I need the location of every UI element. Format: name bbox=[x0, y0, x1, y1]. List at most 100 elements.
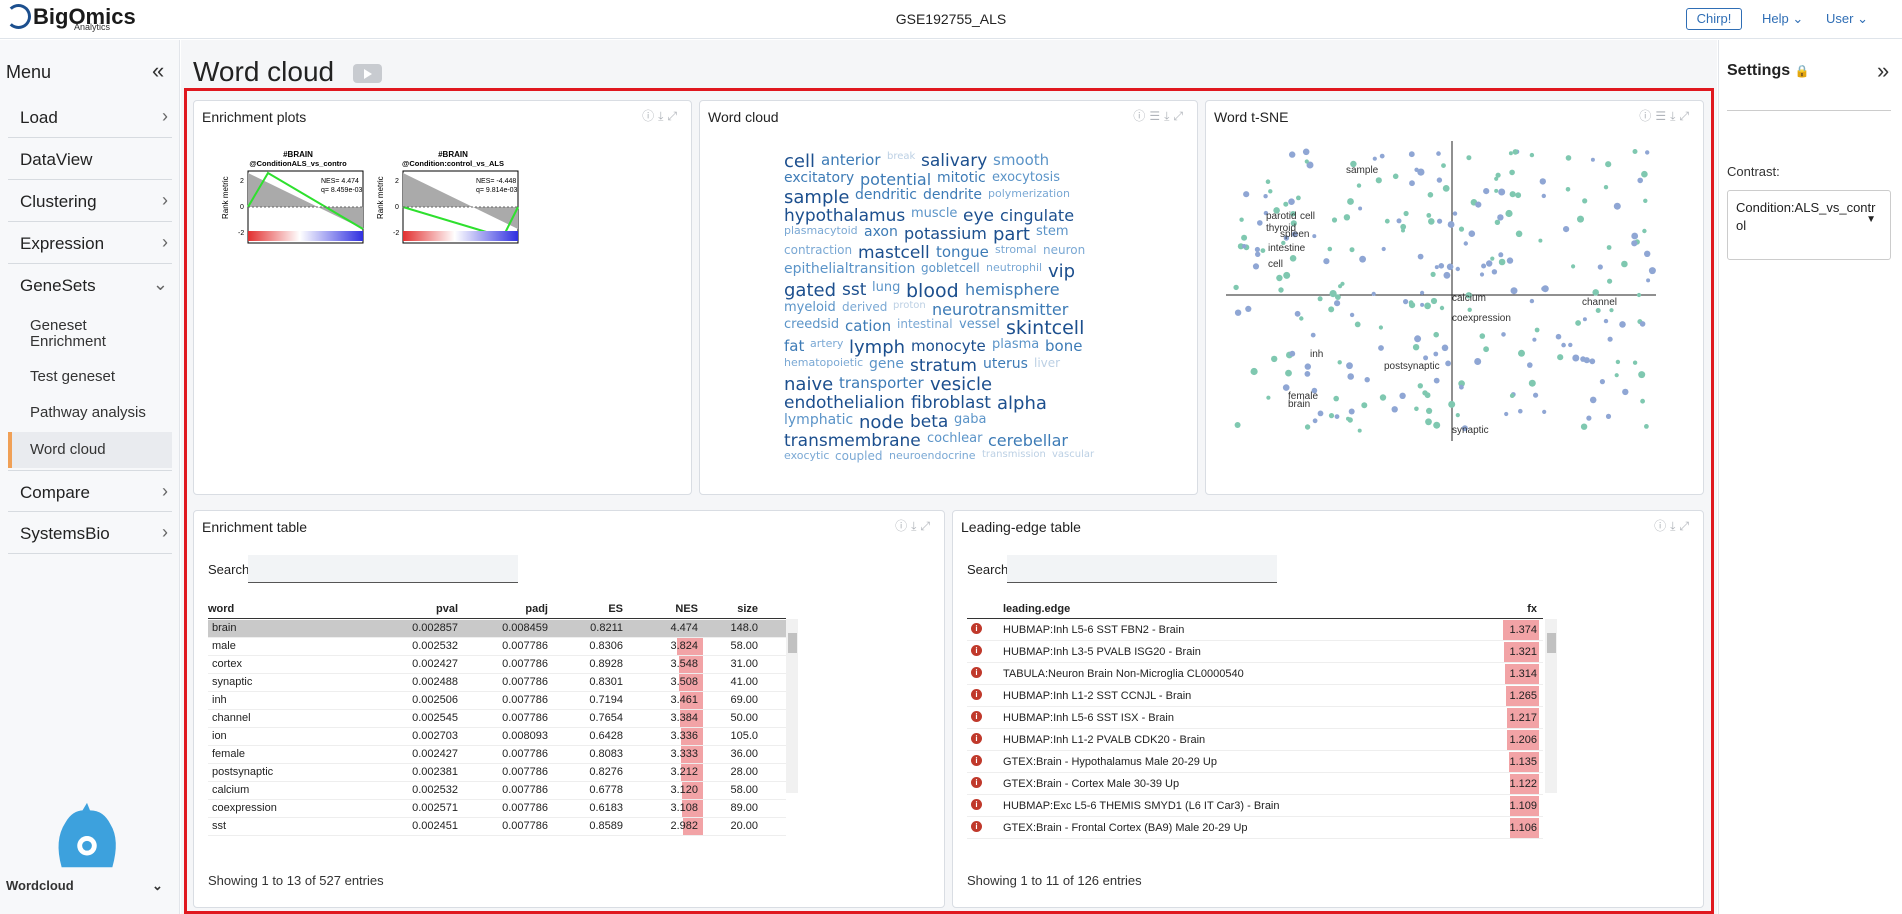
download-icon[interactable]: ⤓ bbox=[658, 109, 667, 123]
contrast-select[interactable]: Condition:ALS_vs_contr ol ▼ bbox=[1727, 190, 1891, 260]
table-row[interactable]: i HUBMAP:Inh L3-5 PVALB ISG20 - Brain 1.32… bbox=[967, 642, 1543, 663]
sidebar-item-genesets[interactable]: GeneSets ⌄ bbox=[8, 264, 172, 306]
tsne-point bbox=[1288, 198, 1295, 205]
info-icon[interactable]: i bbox=[971, 645, 982, 656]
info-icon[interactable]: i bbox=[971, 689, 982, 700]
card-toolbar[interactable]: ⓘ☰⤓⤢ bbox=[1133, 107, 1187, 124]
table-row[interactable]: i HUBMAP:Inh L1-2 SST CCNJL - Brain 1.265 bbox=[967, 686, 1543, 707]
sidebar-item-clustering[interactable]: Clustering › bbox=[8, 180, 172, 222]
expand-icon[interactable]: ⤢ bbox=[920, 519, 934, 533]
download-icon[interactable]: ⤓ bbox=[911, 519, 920, 533]
collapse-sidebar-icon[interactable]: « bbox=[152, 58, 164, 84]
tsne-point bbox=[1606, 245, 1612, 250]
info-icon[interactable]: ⓘ bbox=[1639, 109, 1655, 123]
table-row[interactable]: i HUBMAP:Exc L5-6 THEMIS SMYD1 (L6 IT Car… bbox=[967, 796, 1543, 817]
card-toolbar[interactable]: ⓘ⤓⤢ bbox=[1654, 517, 1693, 534]
wordcloud-footer-label[interactable]: Wordcloud ⌄ bbox=[6, 878, 163, 893]
sidebar-item-expression[interactable]: Expression › bbox=[8, 222, 172, 264]
search-input[interactable] bbox=[1007, 555, 1277, 583]
tsne-point bbox=[1302, 148, 1310, 156]
table-scrollbar[interactable] bbox=[1545, 619, 1557, 793]
word-cloud-word: derived bbox=[842, 300, 888, 314]
info-icon[interactable]: i bbox=[971, 799, 982, 810]
menu-icon[interactable]: ☰ bbox=[1149, 109, 1164, 123]
info-icon[interactable]: i bbox=[971, 755, 982, 766]
expand-icon[interactable]: ⤢ bbox=[1679, 109, 1693, 123]
table-row[interactable]: calcium 0.002532 0.007786 0.6778 3.120 58.00 bbox=[208, 782, 786, 800]
table-row[interactable]: sst 0.002451 0.007786 0.8589 2.982 20.00 bbox=[208, 818, 786, 836]
table-row[interactable]: channel 0.002545 0.007786 0.7654 3.384 50.00 bbox=[208, 710, 786, 728]
col-word[interactable]: word bbox=[208, 603, 234, 615]
table-row[interactable]: brain 0.002857 0.008459 0.8211 4.474 148.0 bbox=[208, 620, 786, 638]
table-row[interactable]: synaptic 0.002488 0.007786 0.8301 3.508 41.00 bbox=[208, 674, 786, 692]
table-row[interactable]: i GTEX:Brain - Frontal Cortex (BA9) Male … bbox=[967, 818, 1543, 839]
scrollbar-thumb[interactable] bbox=[1547, 633, 1556, 653]
table-row[interactable]: i GTEX:Brain - Cortex Male 30-39 Up 1.122 bbox=[967, 774, 1543, 795]
sidebar-subitem-pathway-analysis[interactable]: Pathway analysis bbox=[8, 396, 172, 430]
col-leading-edge[interactable]: leading.edge bbox=[1003, 603, 1070, 615]
sidebar-subitem-test-geneset[interactable]: Test geneset bbox=[8, 360, 172, 394]
info-icon[interactable]: i bbox=[971, 711, 982, 722]
col-pval[interactable]: pval bbox=[388, 603, 458, 615]
tsne-point bbox=[1599, 379, 1605, 385]
user-menu[interactable]: User ⌄ bbox=[1826, 11, 1868, 27]
sidebar-item-compare[interactable]: Compare › bbox=[8, 470, 172, 512]
chirp-button[interactable]: Chirp! bbox=[1686, 8, 1742, 30]
info-icon[interactable]: ⓘ bbox=[895, 519, 911, 533]
table-row[interactable]: i GTEX:Brain - Hypothalamus Male 20-29 Up… bbox=[967, 752, 1543, 773]
table-row[interactable]: inh 0.002506 0.007786 0.7194 3.461 69.00 bbox=[208, 692, 786, 710]
leading-edge-card: Leading-edge table ⓘ⤓⤢ Search: leading.e… bbox=[952, 510, 1704, 908]
video-tutorial-icon[interactable] bbox=[353, 64, 382, 83]
help-menu[interactable]: Help ⌄ bbox=[1762, 11, 1803, 27]
col-padj[interactable]: padj bbox=[478, 603, 548, 615]
table-row[interactable]: cortex 0.002427 0.007786 0.8928 3.548 31.00 bbox=[208, 656, 786, 674]
info-icon[interactable]: ⓘ bbox=[642, 109, 658, 123]
tsne-point bbox=[1268, 189, 1273, 194]
table-row[interactable]: male 0.002532 0.007786 0.8306 3.824 58.00 bbox=[208, 638, 786, 656]
card-toolbar[interactable]: ⓘ⤓⤢ bbox=[895, 517, 934, 534]
search-input[interactable] bbox=[248, 555, 518, 583]
table-row[interactable]: i TABULA:Neuron Brain Non-Microglia CL000… bbox=[967, 664, 1543, 685]
col-nes[interactable]: NES bbox=[638, 603, 698, 615]
table-row[interactable]: coexpression 0.002571 0.007786 0.6183 3.108 8… bbox=[208, 800, 786, 818]
info-icon[interactable]: i bbox=[971, 777, 982, 788]
scrollbar-thumb[interactable] bbox=[788, 633, 797, 653]
table-row[interactable]: female 0.002427 0.007786 0.8083 3.333 36.00 bbox=[208, 746, 786, 764]
expand-icon[interactable]: ⤢ bbox=[667, 109, 681, 123]
table-cell: 36.00 bbox=[730, 748, 758, 760]
info-icon[interactable]: ⓘ bbox=[1133, 109, 1149, 123]
table-row[interactable]: i HUBMAP:Inh L5-6 SST ISX - Brain 1.217 bbox=[967, 708, 1543, 729]
expand-icon[interactable]: ⤢ bbox=[1679, 519, 1693, 533]
table-row[interactable]: i HUBMAP:Inh L5-6 SST FBN2 - Brain 1.374 bbox=[967, 620, 1543, 641]
sidebar-item-load[interactable]: Load › bbox=[8, 96, 172, 138]
card-toolbar[interactable]: ⓘ☰⤓⤢ bbox=[1639, 107, 1693, 124]
table-row[interactable]: postsynaptic 0.002381 0.007786 0.8276 3.212 2… bbox=[208, 764, 786, 782]
collapse-settings-icon[interactable]: » bbox=[1877, 58, 1889, 84]
download-icon[interactable]: ⤓ bbox=[1670, 519, 1679, 533]
col-fx[interactable]: fx bbox=[1487, 603, 1537, 615]
download-icon[interactable]: ⤓ bbox=[1164, 109, 1173, 123]
info-icon[interactable]: i bbox=[971, 667, 982, 678]
sidebar-item-systemsbio[interactable]: SystemsBio › bbox=[8, 512, 172, 554]
table-row[interactable]: i HUBMAP:Inh L1-2 PVALB CDK20 - Brain 1.20… bbox=[967, 730, 1543, 751]
table-scrollbar[interactable] bbox=[786, 619, 798, 793]
sidebar-subitem-word-cloud[interactable]: Word cloud bbox=[8, 432, 172, 468]
word-cloud-word: epithelialtransition bbox=[784, 261, 916, 277]
word-cloud-word: eye bbox=[963, 206, 994, 226]
col-es[interactable]: ES bbox=[568, 603, 623, 615]
col-size[interactable]: size bbox=[708, 603, 758, 615]
expand-icon[interactable]: ⤢ bbox=[1173, 109, 1187, 123]
info-icon[interactable]: i bbox=[971, 623, 982, 634]
tsne-point bbox=[1619, 321, 1626, 328]
info-icon[interactable]: i bbox=[971, 821, 982, 832]
table-row[interactable]: ion 0.002703 0.008093 0.6428 3.336 105.0 bbox=[208, 728, 786, 746]
menu-icon[interactable]: ☰ bbox=[1655, 109, 1670, 123]
sidebar-item-dataview[interactable]: DataView bbox=[8, 138, 172, 180]
card-toolbar[interactable]: ⓘ⤓⤢ bbox=[642, 107, 681, 124]
info-icon[interactable]: ⓘ bbox=[1654, 519, 1670, 533]
table-cell: 0.002532 bbox=[412, 784, 458, 796]
download-icon[interactable]: ⤓ bbox=[1670, 109, 1679, 123]
info-icon[interactable]: i bbox=[971, 733, 982, 744]
sidebar-subitem-geneset-enrichment[interactable]: Geneset Enrichment bbox=[8, 314, 172, 356]
table-cell: GTEX:Brain - Frontal Cortex (BA9) Male 2… bbox=[1003, 822, 1248, 834]
